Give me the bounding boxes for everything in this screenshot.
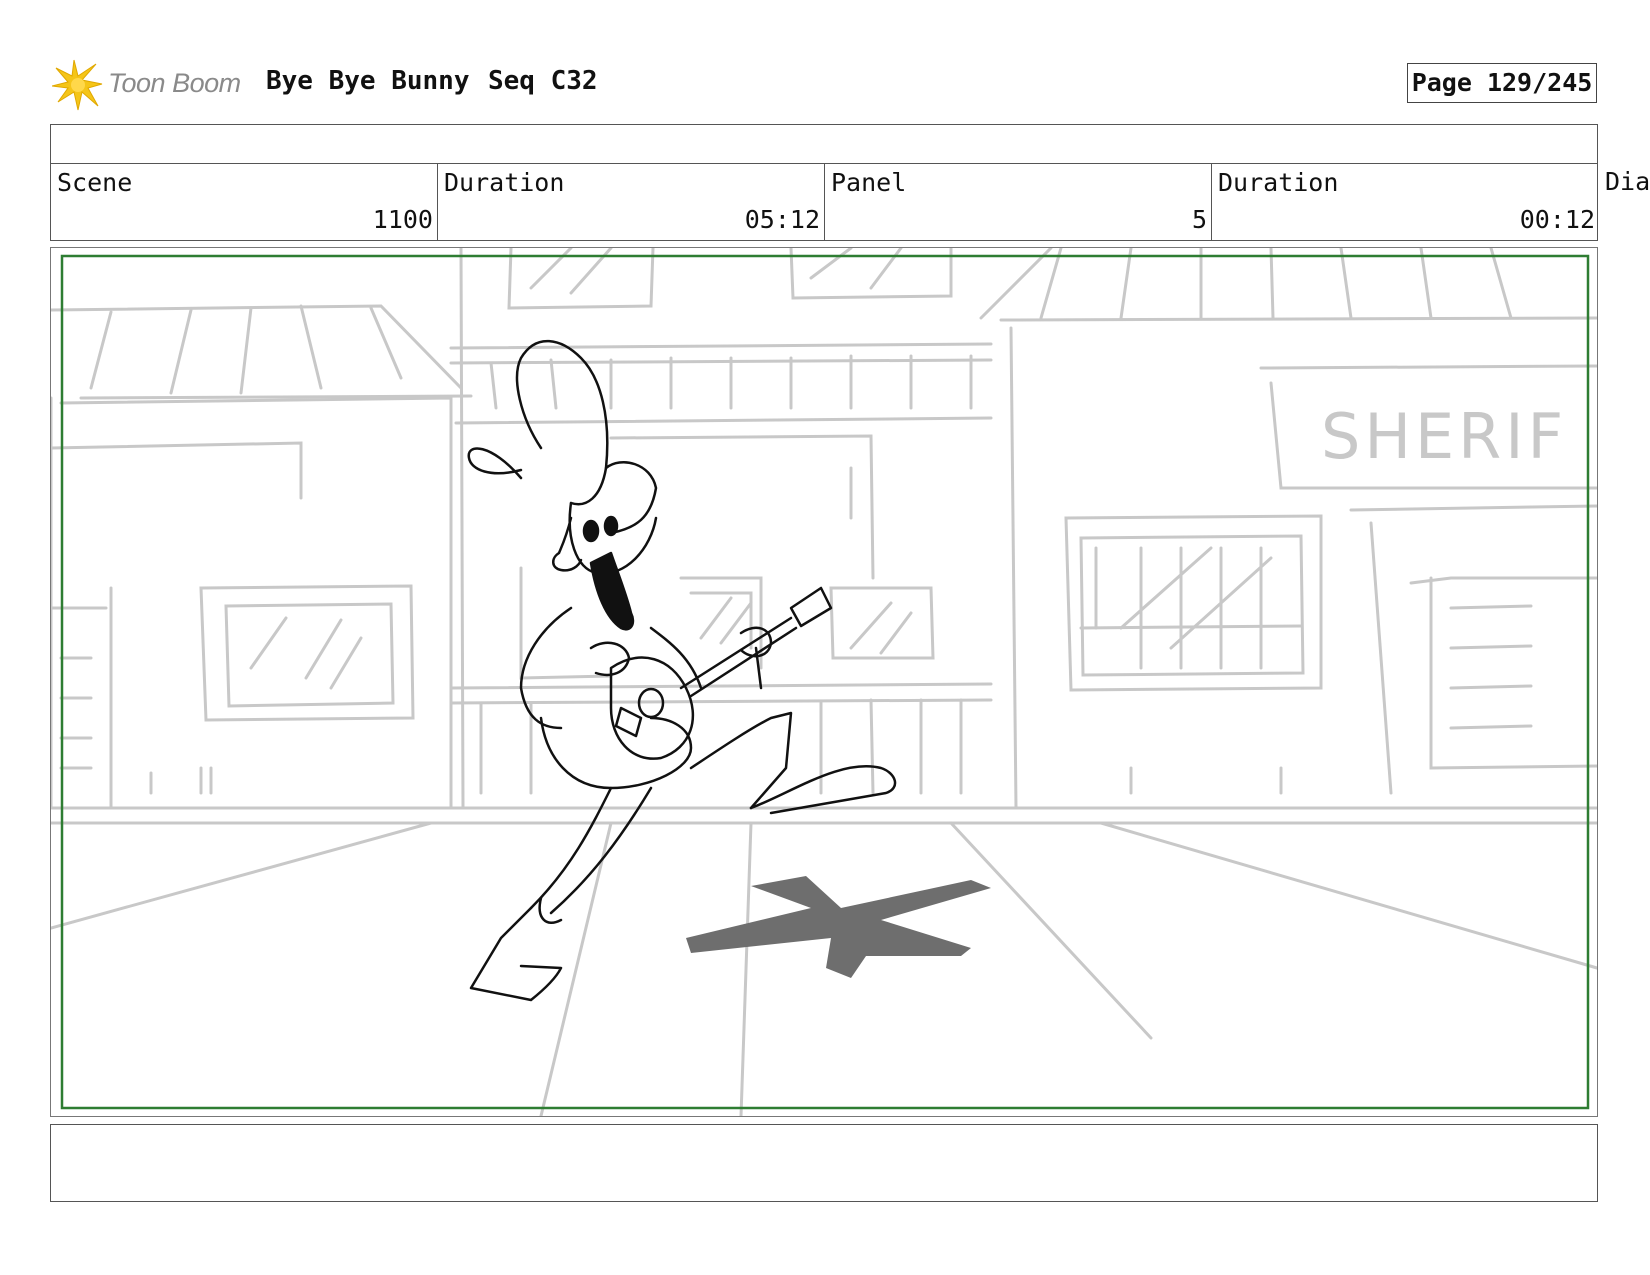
scene-cell: Scene 1100: [51, 164, 438, 240]
scene-duration-label: Duration: [444, 168, 565, 197]
page-indicator: Page 129/245: [1407, 63, 1597, 103]
panel-cell: Panel 5: [825, 164, 1212, 240]
starburst-icon: [52, 59, 103, 111]
panel-info-row: Scene 1100 Duration 05:12 Panel 5 Durati…: [50, 163, 1598, 241]
scene-label: Scene: [57, 168, 133, 197]
camera-frame: [60, 254, 1590, 1110]
scene-duration-cell: Duration 05:12: [438, 164, 825, 240]
panel-label: Panel: [831, 168, 907, 197]
toon-boom-logo: Toon Boom: [52, 58, 252, 112]
scene-value: 1100: [372, 205, 433, 234]
sheriff-sign-text: SHERIF: [1321, 400, 1567, 473]
cross-shadow: [686, 876, 991, 978]
panel-duration-cell: Duration 00:12: [1212, 164, 1599, 240]
scene-duration-value: 05:12: [744, 205, 820, 234]
notes-strip: [50, 124, 1598, 164]
project-title: Bye Bye Bunny: [266, 66, 470, 96]
panel-value: 5: [1191, 205, 1207, 234]
storyboard-panel: SHERIF: [50, 247, 1598, 1117]
panel-drawing: SHERIF: [51, 248, 1597, 1116]
logo-wordmark: Toon Boom: [108, 68, 241, 98]
panel-duration-value: 00:12: [1519, 205, 1595, 234]
panel-duration-label: Duration: [1218, 168, 1339, 197]
dialogue-label: Dia: [1605, 167, 1650, 196]
sequence-label: Seq C32: [488, 66, 598, 96]
action-notes-box: [50, 1124, 1598, 1202]
background-sketch: [51, 248, 1597, 1116]
